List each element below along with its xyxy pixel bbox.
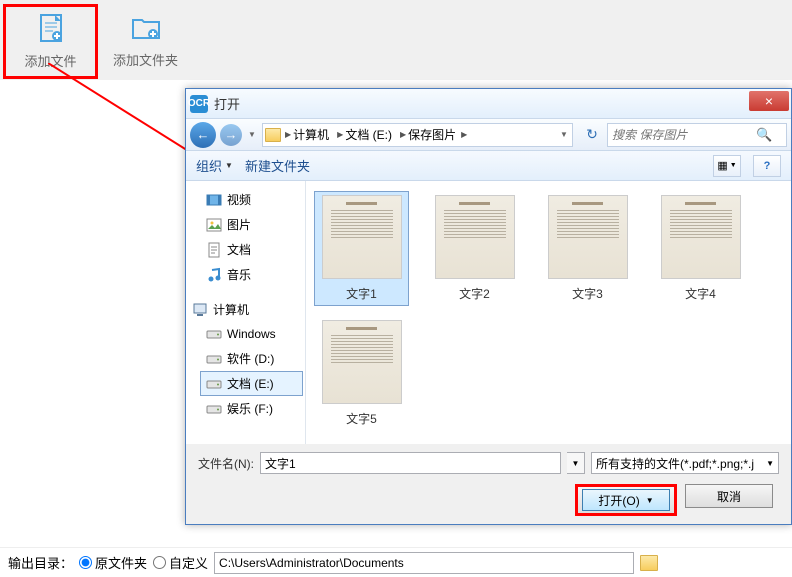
- address-bar[interactable]: ▶计算机 ▶文档 (E:) ▶保存图片▶ ▼: [262, 123, 573, 147]
- folder-tree[interactable]: 视频图片文档音乐计算机Windows软件 (D:)文档 (E:)娱乐 (F:): [186, 181, 306, 444]
- file-thumbnail: [548, 195, 628, 279]
- file-name: 文字1: [346, 285, 377, 302]
- search-input[interactable]: [612, 128, 752, 142]
- help-button[interactable]: ?: [753, 155, 781, 177]
- tree-item-0[interactable]: 视频: [200, 187, 303, 212]
- tree-item-8[interactable]: 文档 (E:): [200, 371, 303, 396]
- search-icon: 🔍: [756, 127, 772, 143]
- dialog-app-icon: OCR: [190, 95, 208, 113]
- add-folder-button[interactable]: 添加文件夹: [98, 3, 193, 78]
- filename-input[interactable]: [260, 452, 561, 474]
- path-seg-2[interactable]: ▶保存图片▶: [396, 126, 471, 143]
- drive-icon: [206, 326, 222, 342]
- open-file-dialog: OCR 打开 × ← → ▼ ▶计算机 ▶文档 (E:) ▶保存图片▶ ▼ ↻ …: [185, 88, 792, 525]
- file-name: 文字5: [346, 410, 377, 427]
- opt-source-folder[interactable]: 原文件夹: [79, 553, 147, 572]
- refresh-button[interactable]: ↻: [581, 124, 603, 146]
- file-name: 文字4: [685, 285, 716, 302]
- dialog-footer: 文件名(N): ▼ 所有支持的文件(*.pdf;*.png;*.j▼ 打开(O)…: [186, 444, 791, 524]
- tree-item-2[interactable]: 文档: [200, 237, 303, 262]
- path-seg-1[interactable]: ▶文档 (E:): [333, 126, 396, 143]
- file-item-3[interactable]: 文字4: [653, 191, 748, 306]
- nav-history-dropdown[interactable]: ▼: [246, 130, 258, 139]
- browse-folder-button[interactable]: [640, 555, 658, 571]
- organize-menu[interactable]: 组织▼: [196, 156, 233, 175]
- image-icon: [206, 217, 222, 233]
- add-file-icon: [35, 13, 67, 45]
- file-thumbnail: [322, 195, 402, 279]
- doc-icon: [206, 242, 222, 258]
- file-list[interactable]: 文字1 文字2 文字3 文字4 文字5: [306, 181, 791, 444]
- file-thumbnail: [661, 195, 741, 279]
- tree-item-1[interactable]: 图片: [200, 212, 303, 237]
- command-bar: 组织▼ 新建文件夹 ▦ ▼ ?: [186, 151, 791, 181]
- output-path-input[interactable]: [214, 552, 634, 574]
- output-dir-label: 输出目录：: [8, 553, 73, 572]
- path-seg-0[interactable]: ▶计算机: [281, 126, 333, 143]
- music-icon: [206, 267, 222, 283]
- file-item-1[interactable]: 文字2: [427, 191, 522, 306]
- file-item-0[interactable]: 文字1: [314, 191, 409, 306]
- output-bar: 输出目录： 原文件夹 自定义: [0, 547, 792, 577]
- main-toolbar: 添加文件 添加文件夹: [0, 0, 792, 80]
- dialog-title: 打开: [214, 94, 749, 113]
- close-button[interactable]: ×: [749, 91, 789, 111]
- tree-item-6[interactable]: Windows: [200, 322, 303, 346]
- tree-item-5[interactable]: 计算机: [186, 297, 303, 322]
- file-item-4[interactable]: 文字5: [314, 316, 409, 431]
- tree-item-3[interactable]: 音乐: [200, 262, 303, 287]
- open-button[interactable]: 打开(O)▼: [582, 489, 670, 511]
- cancel-button[interactable]: 取消: [685, 484, 773, 508]
- dialog-titlebar[interactable]: OCR 打开 ×: [186, 89, 791, 119]
- view-mode-button[interactable]: ▦ ▼: [713, 155, 741, 177]
- opt-custom-folder[interactable]: 自定义: [153, 553, 208, 572]
- computer-icon: [192, 302, 208, 318]
- add-file-button[interactable]: 添加文件: [3, 4, 98, 79]
- add-file-label: 添加文件: [24, 51, 76, 70]
- nav-back-button[interactable]: ←: [190, 122, 216, 148]
- add-folder-label: 添加文件夹: [113, 50, 178, 69]
- new-folder-button[interactable]: 新建文件夹: [245, 156, 310, 175]
- file-item-2[interactable]: 文字3: [540, 191, 635, 306]
- filename-label: 文件名(N):: [198, 455, 254, 472]
- add-folder-icon: [130, 12, 162, 44]
- drive-icon: [206, 401, 222, 417]
- video-icon: [206, 192, 222, 208]
- nav-forward-button[interactable]: →: [220, 124, 242, 146]
- address-dropdown[interactable]: ▼: [558, 130, 570, 139]
- filename-dropdown[interactable]: ▼: [567, 452, 585, 474]
- file-name: 文字2: [459, 285, 490, 302]
- drive-icon: [206, 351, 222, 367]
- file-thumbnail: [435, 195, 515, 279]
- folder-icon: [265, 128, 281, 142]
- file-type-filter[interactable]: 所有支持的文件(*.pdf;*.png;*.j▼: [591, 452, 779, 474]
- open-button-highlight: 打开(O)▼: [575, 484, 677, 516]
- search-box[interactable]: 🔍: [607, 123, 787, 147]
- drive-icon: [206, 376, 222, 392]
- file-thumbnail: [322, 320, 402, 404]
- tree-item-9[interactable]: 娱乐 (F:): [200, 396, 303, 421]
- tree-item-7[interactable]: 软件 (D:): [200, 346, 303, 371]
- nav-bar: ← → ▼ ▶计算机 ▶文档 (E:) ▶保存图片▶ ▼ ↻ 🔍: [186, 119, 791, 151]
- file-name: 文字3: [572, 285, 603, 302]
